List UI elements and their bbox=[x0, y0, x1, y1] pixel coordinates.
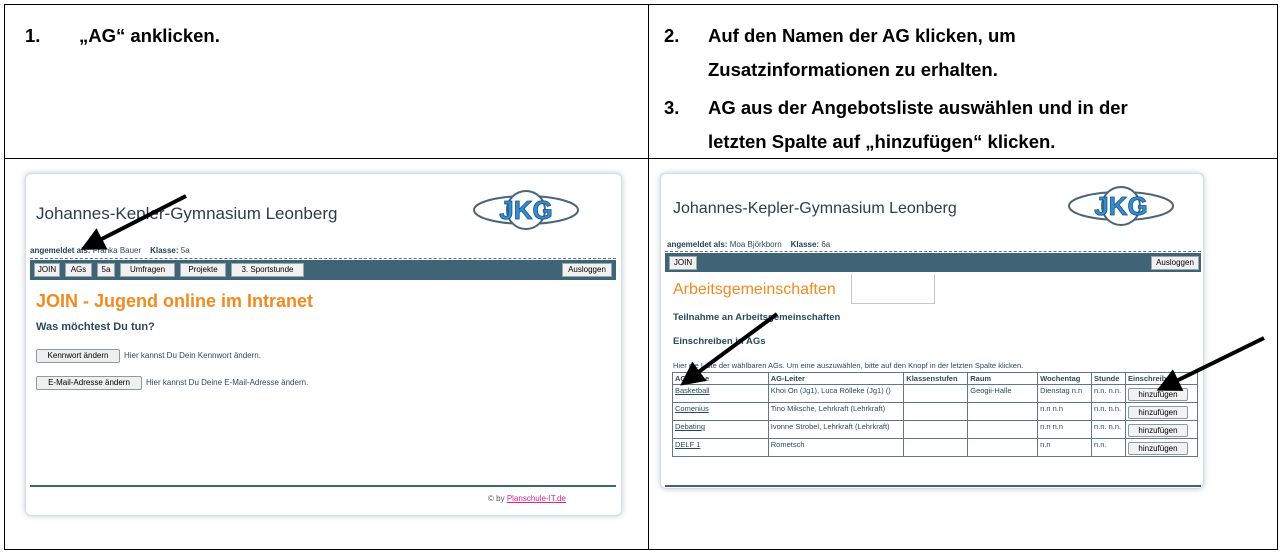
ag-name-link[interactable]: Basketball bbox=[675, 386, 710, 395]
page-heading: Arbeitsgemeinschaften bbox=[673, 281, 836, 298]
col-room[interactable]: Raum bbox=[967, 372, 1039, 385]
add-button[interactable]: hinzufügen bbox=[1127, 388, 1188, 401]
nav-ags-button[interactable]: AGs bbox=[65, 263, 92, 277]
col-ag-name[interactable]: AG-Name bbox=[672, 372, 769, 385]
step-text-line2: Zusatzinformationen zu erhalten. bbox=[708, 59, 998, 80]
nav-projects-button[interactable]: Projekte bbox=[180, 263, 226, 277]
ag-levels-cell bbox=[903, 384, 969, 403]
add-button[interactable]: hinzufügen bbox=[1127, 424, 1188, 437]
step-number: 2. bbox=[664, 25, 680, 46]
step-text: „AG“ anklicken. bbox=[79, 25, 220, 46]
step-number: 1. bbox=[25, 25, 41, 46]
ag-room-cell bbox=[967, 420, 1039, 439]
column-divider bbox=[648, 5, 649, 549]
step-text-line1: AG aus der Angebotsliste auswählen und i… bbox=[708, 97, 1128, 118]
col-levels[interactable]: Klassenstufen bbox=[903, 372, 969, 385]
ag-day-cell: n.n n.n bbox=[1037, 402, 1093, 421]
site-title: Johannes-Kepler-Gymnasium Leonberg bbox=[36, 204, 338, 223]
nav-surveys-button[interactable]: Umfragen bbox=[120, 263, 175, 277]
col-enroll[interactable]: Einschreiben bbox=[1124, 372, 1199, 385]
ag-room-cell bbox=[967, 402, 1039, 421]
page-heading: JOIN - Jugend online im Intranet bbox=[36, 291, 314, 311]
nav-join-button[interactable]: JOIN bbox=[34, 263, 60, 277]
table-row: DELF 1 Rometsch n.n n.n. hinzufügen bbox=[672, 438, 1199, 457]
ag-levels-cell bbox=[903, 438, 969, 457]
step-1: 1. „AG“ anklicken. bbox=[25, 19, 625, 53]
email-description: Hier kannst Du Deine E-Mail-Adresse ände… bbox=[146, 378, 309, 387]
step-text-line1: Auf den Namen der AG klicken, um bbox=[708, 25, 1016, 46]
ag-levels-cell bbox=[903, 420, 969, 439]
main-navbar: JOIN Ausloggen bbox=[665, 253, 1201, 272]
nav-join-button[interactable]: JOIN bbox=[669, 256, 697, 270]
screenshot-ag-list: Johannes-Kepler-Gymnasium Leonberg JKG a… bbox=[660, 173, 1204, 489]
school-logo: JKG bbox=[1068, 186, 1174, 226]
logout-button[interactable]: Ausloggen bbox=[562, 263, 612, 277]
ag-day-cell: Dienstag n.n bbox=[1037, 384, 1093, 403]
change-email-button[interactable]: E-Mail-Adresse ändern bbox=[36, 376, 142, 390]
ag-name-link[interactable]: DELF 1 bbox=[675, 440, 700, 449]
section-heading: Teilnahme an Arbeitsgemeinschaften bbox=[673, 312, 841, 323]
login-info: angemeldet als: Franka Bauer Klasse: 5a bbox=[30, 246, 190, 255]
ag-room-cell bbox=[967, 438, 1039, 457]
table-header-row: AG-Name AG-Leiter Klassenstufen Raum Woc… bbox=[672, 372, 1199, 385]
add-button[interactable]: hinzufügen bbox=[1127, 442, 1188, 455]
login-info: angemeldet als: Moa Björkborn Klasse: 6a bbox=[667, 240, 831, 249]
ag-day-cell: n.n n.n bbox=[1037, 420, 1093, 439]
ag-day-cell: n.n bbox=[1037, 438, 1093, 457]
main-navbar: JOIN AGs 5a Umfragen Projekte 3. Sportst… bbox=[30, 260, 616, 280]
add-button[interactable]: hinzufügen bbox=[1127, 406, 1188, 419]
step-text-line2: letzten Spalte auf „hinzufügen“ klicken. bbox=[708, 131, 1056, 152]
ag-leader-cell: Tino Miksche, Lehrkraft (Lehrkraft) bbox=[767, 402, 905, 421]
step-number: 3. bbox=[664, 97, 680, 118]
table-row: Debating Ivonne Strobel, Lehrkraft (Lehr… bbox=[672, 420, 1199, 439]
nav-sport-button[interactable]: 3. Sportstunde bbox=[231, 263, 304, 277]
footer-link[interactable]: Planschule-IT.de bbox=[507, 494, 566, 503]
svg-text:JKG: JKG bbox=[499, 195, 552, 225]
ag-levels-cell bbox=[903, 402, 969, 421]
col-weekday[interactable]: Wochentag bbox=[1037, 372, 1093, 385]
enroll-heading: Einschreiben in AGs bbox=[673, 336, 766, 347]
dropdown-overlay bbox=[851, 274, 935, 304]
ag-leader-cell: Khoi On (Jg1), Luca Rölleke (Jg1) () bbox=[767, 384, 905, 403]
ag-table: AG-Name AG-Leiter Klassenstufen Raum Woc… bbox=[672, 372, 1199, 457]
ag-hour-cell: n.n. bbox=[1091, 438, 1126, 457]
school-logo: JKG bbox=[473, 190, 579, 230]
ag-name-link[interactable]: Comenius bbox=[675, 404, 709, 413]
site-title: Johannes-Kepler-Gymnasium Leonberg bbox=[673, 200, 957, 217]
col-ag-leader[interactable]: AG-Leiter bbox=[767, 372, 905, 385]
col-hour[interactable]: Stunde bbox=[1091, 372, 1126, 385]
ag-name-link[interactable]: Debating bbox=[675, 422, 705, 431]
svg-text:JKG: JKG bbox=[1094, 191, 1147, 221]
table-row: Comenius Tino Miksche, Lehrkraft (Lehrkr… bbox=[672, 402, 1199, 421]
intro-text: Hier die Liste der wählbaren AGs. Um ein… bbox=[673, 361, 1024, 370]
nav-class-button[interactable]: 5a bbox=[97, 263, 115, 277]
change-password-button[interactable]: Kennwort ändern bbox=[36, 349, 120, 363]
step-3: 3. AG aus der Angebotsliste auswählen un… bbox=[664, 91, 1264, 159]
footer-credit: © by Planschule-IT.de bbox=[488, 494, 566, 503]
ag-leader-cell: Rometsch bbox=[767, 438, 905, 457]
ag-leader-cell: Ivonne Strobel, Lehrkraft (Lehrkraft) bbox=[767, 420, 905, 439]
ag-room-cell: Geogii-Halle bbox=[967, 384, 1039, 403]
ag-hour-cell: n.n. n.n. bbox=[1091, 402, 1126, 421]
logout-button[interactable]: Ausloggen bbox=[1151, 256, 1199, 270]
step-2: 2. Auf den Namen der AG klicken, um Zusa… bbox=[664, 19, 1264, 87]
table-row: Basketball Khoi On (Jg1), Luca Rölleke (… bbox=[672, 384, 1199, 403]
ag-hour-cell: n.n. n.n. bbox=[1091, 384, 1126, 403]
question-heading: Was möchtest Du tun? bbox=[36, 321, 155, 333]
ag-hour-cell: n.n. n.n. bbox=[1091, 420, 1126, 439]
password-description: Hier kannst Du Dein Kennwort ändern. bbox=[124, 351, 261, 360]
screenshot-portal-home: Johannes-Kepler-Gymnasium Leonberg JKG a… bbox=[25, 173, 622, 516]
